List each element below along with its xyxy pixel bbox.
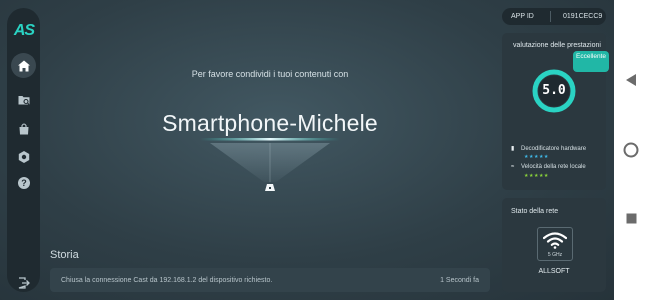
- metric-hardware-decoder: ▮ Decodificatore hardware: [511, 145, 586, 152]
- wifi-small-icon: ≈: [511, 164, 515, 170]
- performance-title: valutazione delle prestazioni: [513, 42, 601, 49]
- help-button[interactable]: ?: [11, 170, 36, 195]
- app-window: AS ? Per favore condividi i tuoi contenu…: [0, 0, 614, 300]
- share-prompt: Per favore condividi i tuoi contenuti co…: [191, 69, 349, 79]
- android-nav-bar: [614, 0, 650, 300]
- metric-hardware-stars: ★★★★★: [524, 154, 549, 160]
- network-name: ALLSOFT: [538, 268, 570, 275]
- chip-icon: ▮: [511, 146, 515, 152]
- history-title: Storia: [50, 249, 79, 261]
- home-button[interactable]: [11, 53, 36, 78]
- files-button[interactable]: [11, 87, 36, 112]
- network-panel: Stato della rete 5 GHz ALLSOFT: [502, 198, 606, 292]
- shopping-bag-icon: [19, 122, 28, 134]
- svg-text:?: ?: [21, 178, 27, 188]
- settings-icon: [18, 150, 29, 163]
- app-id-label: APP ID: [511, 13, 534, 20]
- rating-badge: Eccellente: [573, 51, 609, 72]
- device-name: Smartphone-Michele: [162, 110, 378, 136]
- network-band: 5 GHz: [547, 252, 563, 258]
- cast-device-icon: [265, 184, 275, 191]
- network-title: Stato della rete: [511, 208, 559, 215]
- recents-icon[interactable]: [626, 213, 637, 224]
- network-status-box[interactable]: 5 GHz: [537, 227, 573, 261]
- app-logo: AS: [13, 22, 35, 39]
- home-icon: [17, 60, 30, 71]
- exit-button[interactable]: [11, 270, 36, 295]
- exit-icon: [18, 276, 30, 289]
- app-id-pill: APP ID 0191CECC9: [502, 8, 606, 25]
- help-icon: ?: [17, 176, 30, 189]
- metric-label: Velocità della rete locale: [521, 164, 586, 170]
- performance-panel: valutazione delle prestazioni 5.0 Eccell…: [502, 33, 609, 190]
- history-time: 1 Secondi fa: [440, 277, 479, 284]
- wifi-icon: [543, 232, 567, 249]
- store-button[interactable]: [11, 116, 36, 141]
- home-nav-icon[interactable]: [623, 142, 639, 158]
- metric-network-stars: ★★★★★: [524, 173, 549, 179]
- performance-score: 5.0: [542, 83, 566, 98]
- settings-button[interactable]: [11, 144, 36, 169]
- history-message: Chiusa la connessione Cast da 192.168.1.…: [61, 277, 273, 284]
- metric-label: Decodificatore hardware: [521, 146, 587, 152]
- sidebar: AS ?: [7, 8, 40, 292]
- app-id-divider: [550, 11, 551, 22]
- folder-search-icon: [18, 95, 29, 105]
- back-icon[interactable]: [625, 73, 637, 87]
- app-id-value: 0191CECC9: [563, 13, 603, 20]
- metric-network-speed: ≈ Velocità della rete locale: [511, 164, 586, 170]
- history-entry[interactable]: Chiusa la connessione Cast da 192.168.1.…: [50, 268, 490, 292]
